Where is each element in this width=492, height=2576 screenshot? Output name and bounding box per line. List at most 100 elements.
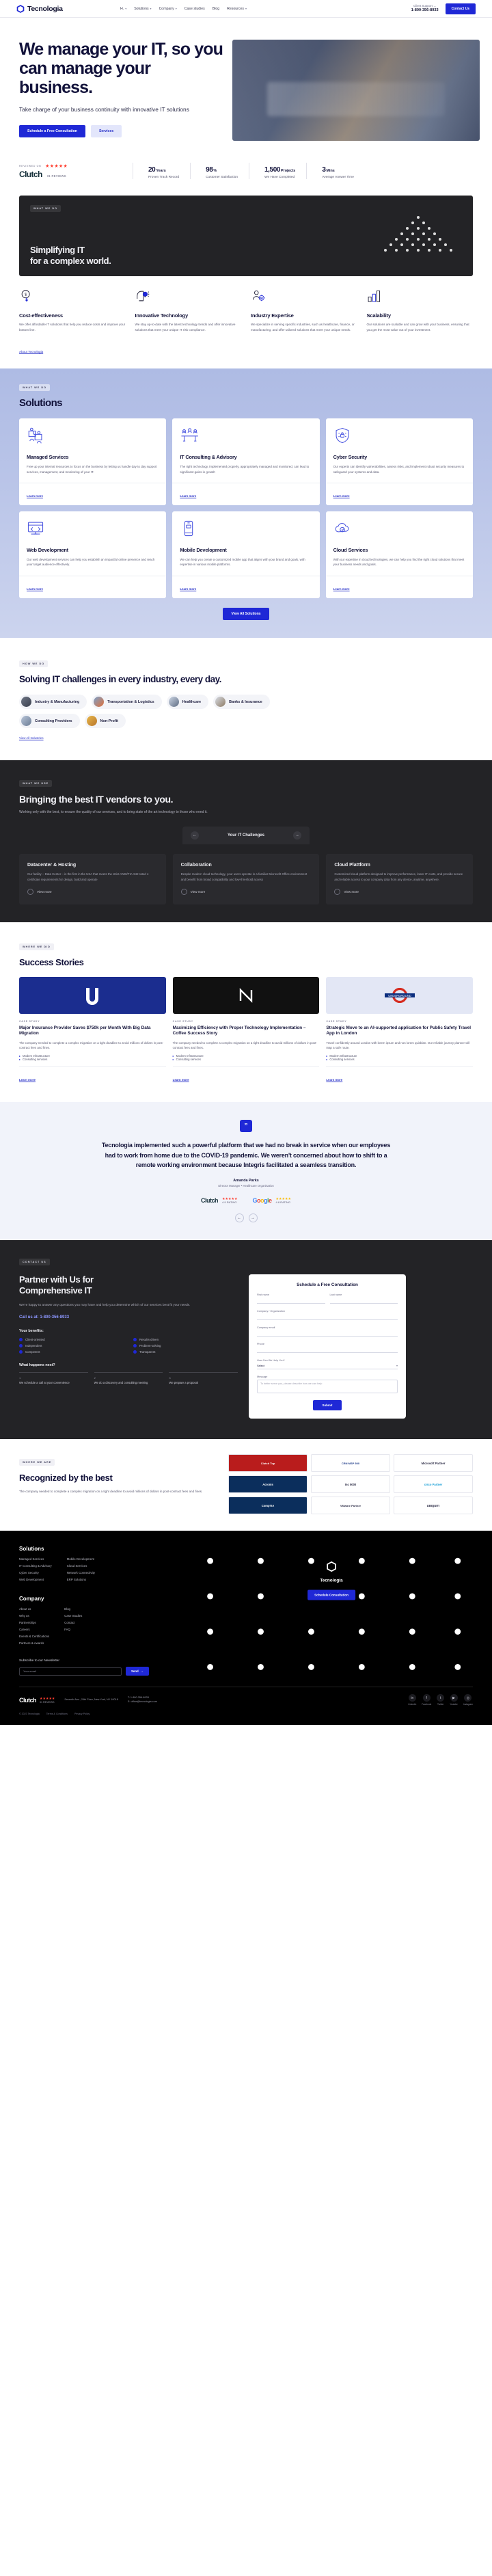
success-card-london[interactable]: UNDERGROUND CASE STUDY Strategic Move to… — [326, 977, 473, 1084]
solution-card-cyber-security[interactable]: Cyber Security Our experts can identify … — [325, 418, 473, 505]
learn-more-link[interactable]: Learn more — [19, 1078, 36, 1082]
view-more-link[interactable]: View more — [180, 889, 312, 895]
vendor-card-datacenter[interactable]: Datacenter & Hosting Our facility – Data… — [19, 854, 166, 904]
success-card-tag: CASE STUDY — [326, 1020, 347, 1023]
call-number[interactable]: 1-800-356-8933 — [40, 1315, 69, 1319]
footer-link[interactable]: Cloud Services — [67, 1564, 95, 1568]
nav-item-resources[interactable]: Resources ▾ — [227, 7, 247, 11]
footer-email[interactable]: E: office@tecnologia.com — [128, 1700, 157, 1704]
solution-card-it-consulting[interactable]: IT Consulting & Advisory The right techn… — [172, 418, 320, 505]
success-card-coffee[interactable]: CASE STUDY Maximizing Efficiency with Pr… — [172, 977, 320, 1084]
nav-right: Client Support → 1-800-356-8933 Contact … — [411, 3, 476, 14]
footer-link[interactable]: Managed Services — [19, 1557, 52, 1561]
privacy-link[interactable]: Privacy Policy — [74, 1713, 90, 1715]
learn-more-link[interactable]: Learn more — [27, 494, 43, 498]
industry-chip-label: Consulting Providers — [35, 719, 72, 723]
solution-card-cloud-services[interactable]: Cloud Services With our expertise in clo… — [325, 511, 473, 598]
learn-more-link[interactable]: Learn more — [333, 494, 350, 498]
terms-link[interactable]: Terms & Conditions — [46, 1713, 68, 1715]
schedule-consultation-button[interactable]: Schedule a Free Consultation — [19, 124, 85, 137]
footer-link[interactable]: Events & Certifications — [19, 1635, 49, 1638]
learn-more-link[interactable]: Learn more — [27, 587, 43, 591]
learn-more-link[interactable]: Learn more — [180, 494, 196, 498]
success-card-insurance[interactable]: CASE STUDY Major Insurance Provider Save… — [19, 977, 166, 1084]
stat-unit: Projects — [281, 169, 296, 173]
footer-link[interactable]: Partnerships — [19, 1621, 49, 1624]
nav-item-solutions[interactable]: Solutions ▾ — [134, 7, 151, 11]
learn-more-link[interactable]: Learn more — [326, 1078, 342, 1082]
footer-link[interactable]: Partners & Awards — [19, 1641, 49, 1645]
footer-link[interactable]: Network Connectivity — [67, 1571, 95, 1574]
vendor-card-collaboration[interactable]: Collaboration Despite modern cloud techn… — [172, 854, 320, 904]
challenges-tab-label[interactable]: Your IT Challenges — [228, 833, 264, 837]
solution-card-mobile-development[interactable]: Mobile Development We can help you creat… — [172, 511, 320, 598]
vendor-card-cloud-platform[interactable]: Cloud Plattform Customized cloud platfor… — [326, 854, 473, 904]
stat-caption: Average Answer Time — [322, 176, 354, 179]
company-email-input[interactable] — [257, 1330, 398, 1337]
industry-chip-healthcare[interactable]: Healthcare — [166, 695, 209, 710]
contact-us-button[interactable]: Contact Us — [445, 3, 476, 14]
nav-item-blog[interactable]: Blog — [213, 7, 219, 11]
footer-link[interactable]: FAQ — [64, 1628, 82, 1631]
learn-more-link[interactable]: Learn more — [180, 587, 196, 591]
nav-item-case-studies[interactable]: Case studies — [184, 7, 205, 11]
footer-schedule-button[interactable]: Schedule Consultation — [308, 1589, 355, 1600]
industry-chip-manufacturing[interactable]: Industry & Manufacturing — [19, 695, 87, 710]
footer-clutch-rating[interactable]: Clutch ★★★★★ 31 REVIEWS — [19, 1697, 55, 1704]
footer-link[interactable]: ERP Solutions — [67, 1578, 95, 1581]
client-support[interactable]: Client Support → 1-800-356-8933 — [411, 4, 439, 13]
company-input[interactable] — [257, 1314, 398, 1321]
next-arrow-icon[interactable]: → — [248, 1213, 258, 1223]
footer-link[interactable]: Web Development — [19, 1578, 52, 1581]
footer-link[interactable]: Case Studies — [64, 1614, 82, 1618]
brand-logo[interactable]: Tecnologia — [16, 5, 105, 13]
newsletter-send-button[interactable]: Send → — [126, 1667, 150, 1676]
nav-item-company[interactable]: Company ▾ — [159, 7, 177, 11]
copyright: © 2023 Tecnologia — [19, 1713, 40, 1716]
last-name-input[interactable] — [329, 1298, 398, 1304]
feature-innovative-technology: Innovative Technology We stay up-to-date… — [135, 289, 242, 332]
footer-link[interactable]: About us — [19, 1607, 49, 1611]
stat-value: 3 — [322, 166, 326, 174]
footer-link[interactable]: Mobile Development — [67, 1557, 95, 1561]
view-all-industries-link[interactable]: View All Industries — [19, 736, 44, 740]
view-all-solutions-button[interactable]: View All Solutions — [223, 607, 269, 620]
footer-link[interactable]: Careers — [19, 1628, 49, 1631]
solution-card-managed-services[interactable]: Managed Services Free up your internal r… — [19, 418, 167, 505]
learn-more-link[interactable]: Learn more — [333, 587, 350, 591]
view-more-link[interactable]: View more — [27, 889, 158, 895]
newsletter-email-input[interactable]: Your email — [19, 1667, 122, 1676]
about-tecnologia-link[interactable]: About Tecnologia — [19, 350, 43, 353]
next-arrow-icon[interactable]: → — [293, 831, 301, 840]
hexagon-logo-icon — [327, 1561, 336, 1572]
success-card-tags: ▸ Modern Infrastructure ▸ Consulting servi… — [19, 1054, 166, 1061]
footer-link[interactable]: IT Consulting & Advisory — [19, 1564, 52, 1568]
footer-link[interactable]: Why us — [19, 1614, 49, 1618]
first-name-input[interactable] — [257, 1298, 325, 1304]
footer-link[interactable]: Contact — [64, 1621, 82, 1624]
industry-chip-nonprofit[interactable]: Non-Profit — [84, 714, 126, 729]
view-more-link[interactable]: View more — [334, 889, 465, 895]
form-submit-button[interactable]: Submit — [313, 1400, 342, 1411]
industry-chip-banking[interactable]: Banks & Insurance — [213, 695, 270, 710]
clutch-rating[interactable]: REVIEWED ON ★★★★★ Clutch 31 REVIEWS — [19, 163, 122, 179]
services-button[interactable]: Services — [90, 124, 122, 137]
footer-link[interactable]: Cyber Security — [19, 1571, 52, 1574]
prev-arrow-icon[interactable]: ← — [191, 831, 199, 840]
solution-card-web-development[interactable]: Web Development Our web development serv… — [19, 511, 167, 598]
footer-link[interactable]: Blog — [64, 1607, 82, 1611]
learn-more-link[interactable]: Learn more — [173, 1078, 189, 1082]
phone-input[interactable] — [257, 1347, 398, 1354]
solution-card-body: Managed Services Free up your internal r… — [19, 418, 166, 483]
message-textarea[interactable]: To better serve you, please describe how… — [257, 1380, 398, 1394]
help-select[interactable]: Select ▾ — [257, 1363, 398, 1370]
clutch-rating-badge[interactable]: Clutch ★★★★★ 4.9 RATING — [201, 1197, 237, 1205]
google-rating-badge[interactable]: Google ★★★★★ 4.8 RATING — [252, 1197, 290, 1205]
industry-chip-logistics[interactable]: Transportation & Logistics — [92, 695, 162, 710]
industry-chip-consulting[interactable]: Consulting Providers — [19, 714, 80, 729]
partner-subtitle: We're happy to answer any questions you … — [19, 1303, 191, 1307]
nav-item-home[interactable]: H. ▾ — [120, 7, 126, 11]
hero-section: We manage your IT, so you can manage you… — [0, 18, 492, 190]
bullet-icon: ▸ — [326, 1058, 328, 1062]
prev-arrow-icon[interactable]: ← — [234, 1213, 244, 1223]
